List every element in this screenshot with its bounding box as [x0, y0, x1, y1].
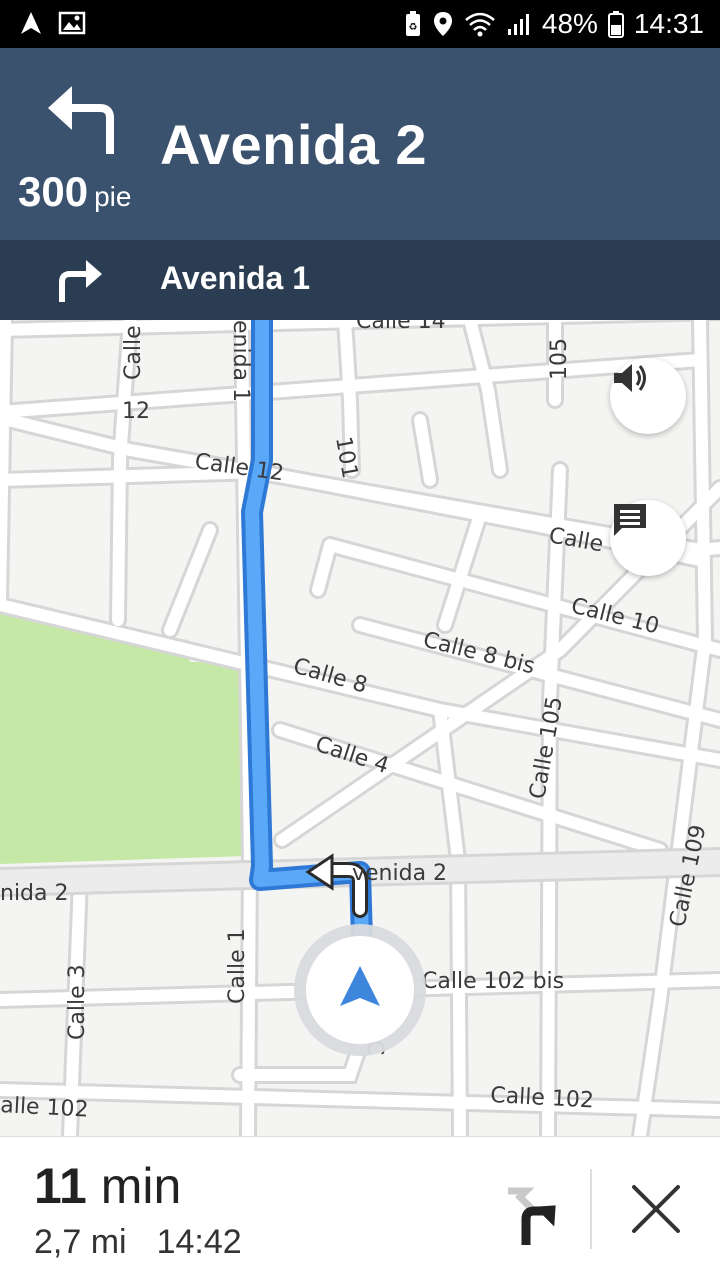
- battery-icon: [607, 11, 624, 38]
- navigation-icon: [21, 12, 41, 34]
- location-icon: [433, 12, 452, 36]
- map-label: nida 2: [0, 881, 69, 906]
- image-icon: [58, 11, 86, 35]
- duration-unit: min: [100, 1158, 182, 1214]
- navigation-header[interactable]: 300 pie Avenida 2: [0, 48, 720, 240]
- clock: 14:31: [633, 8, 704, 39]
- close-icon[interactable]: [620, 1173, 692, 1245]
- turn-right-icon: [59, 260, 102, 302]
- divider: [590, 1169, 592, 1249]
- trip-details: 2,7 mi 14:42: [34, 1223, 242, 1262]
- current-street: Avenida 2: [160, 113, 427, 176]
- report-button[interactable]: [610, 500, 686, 576]
- svg-text:♻: ♻: [408, 22, 417, 33]
- battery-saver-icon: ♻: [405, 11, 420, 36]
- turn-left-icon: [48, 86, 114, 154]
- report-icon: [614, 504, 646, 536]
- next-street: Avenida 1: [160, 260, 310, 296]
- map-label: enida 1: [228, 320, 253, 402]
- battery-percent: 48%: [541, 8, 598, 39]
- map-view[interactable]: Calle 14 Calle enida 1 105 12 101 Calle …: [0, 320, 720, 1136]
- status-bar: ♻ 48% 14:31: [0, 0, 720, 48]
- map-label: Calle 102 bis: [422, 969, 564, 994]
- map-label: 105: [547, 338, 572, 380]
- map-label: Calle 14: [356, 320, 446, 334]
- trip-duration: 11 min: [34, 1157, 181, 1215]
- map-label: venida 2: [352, 861, 447, 886]
- distance-value: 300: [18, 168, 89, 215]
- volume-button[interactable]: [610, 358, 686, 434]
- duration-value: 11: [34, 1158, 87, 1214]
- route-overview-icon[interactable]: [500, 1177, 570, 1247]
- trip-summary[interactable]: 11 min 2,7 mi 14:42: [0, 1136, 720, 1281]
- remaining-distance: 2,7 mi: [34, 1223, 127, 1261]
- wifi-icon: [465, 12, 495, 37]
- next-instruction[interactable]: Avenida 1: [0, 240, 720, 320]
- map-label: 12: [122, 399, 150, 424]
- distance-unit: pie: [94, 181, 132, 212]
- map-label: Calle: [121, 325, 146, 380]
- signal-icon: [507, 14, 529, 35]
- map-label: Calle 3: [65, 964, 90, 1040]
- volume-icon: [614, 364, 646, 392]
- map-label: Calle 1: [225, 928, 250, 1004]
- map-label: alle 102: [0, 1093, 89, 1123]
- maneuver-distance: 300 pie: [18, 168, 131, 216]
- position-marker: [294, 924, 426, 1056]
- arrival-time: 14:42: [156, 1223, 242, 1261]
- map-canvas[interactable]: Calle 14 Calle enida 1 105 12 101 Calle …: [0, 320, 720, 1136]
